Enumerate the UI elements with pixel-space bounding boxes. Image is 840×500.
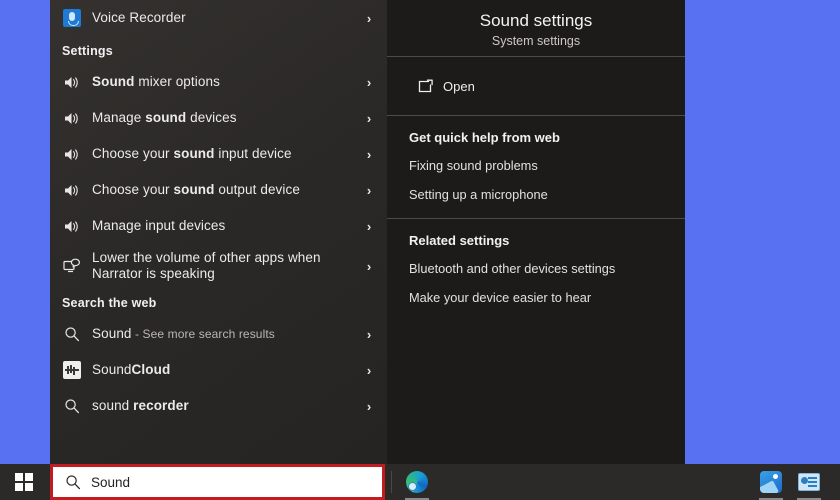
- result-manage-input-devices[interactable]: Manage input devices ›: [50, 208, 387, 244]
- result-label: Manage input devices: [92, 218, 226, 234]
- search-icon: [58, 398, 86, 414]
- open-label: Open: [443, 78, 475, 94]
- result-label: Sound mixer options: [92, 74, 220, 90]
- chevron-right-icon[interactable]: ›: [361, 183, 377, 198]
- chevron-right-icon[interactable]: ›: [361, 259, 377, 274]
- related-link-bluetooth-and-other-devices-settings[interactable]: Bluetooth and other devices settings: [409, 261, 663, 276]
- result-sound-mixer-options[interactable]: Sound mixer options ›: [50, 64, 387, 100]
- narrator-icon: [58, 258, 86, 274]
- voice-recorder-icon: [58, 9, 86, 27]
- result-label: Manage sound devices: [92, 110, 237, 126]
- search-icon: [58, 326, 86, 342]
- detail-title: Sound settings: [479, 11, 593, 30]
- taskbar-tray: [752, 464, 840, 500]
- search-flyout: Voice Recorder › Settings Sound mixer op…: [50, 0, 685, 464]
- start-button[interactable]: [0, 464, 48, 500]
- result-manage-sound-devices[interactable]: Manage sound devices ›: [50, 100, 387, 136]
- chevron-right-icon[interactable]: ›: [361, 147, 377, 162]
- photos-icon: [760, 471, 782, 493]
- result-web-sound[interactable]: Sound - See more search results ›: [50, 316, 387, 352]
- speaker-icon: [58, 75, 86, 90]
- result-choose-sound-output-device[interactable]: Choose your sound output device ›: [50, 172, 387, 208]
- chevron-right-icon[interactable]: ›: [361, 111, 377, 126]
- result-top-voice-recorder[interactable]: Voice Recorder ›: [50, 0, 387, 36]
- related-link-make-your-device-easier-to-hear[interactable]: Make your device easier to hear: [409, 290, 663, 305]
- search-results-pane: Voice Recorder › Settings Sound mixer op…: [50, 0, 387, 464]
- soundcloud-icon: [58, 361, 86, 379]
- edge-icon: [406, 471, 428, 493]
- chevron-right-icon[interactable]: ›: [361, 75, 377, 90]
- detail-subtitle: System settings: [491, 34, 581, 48]
- chevron-right-icon[interactable]: ›: [361, 399, 377, 414]
- result-label: SoundCloud: [92, 362, 171, 378]
- result-label: Sound - See more search results: [92, 326, 275, 342]
- speaker-icon: [58, 219, 86, 234]
- detail-header: Sound settings System settings: [387, 0, 685, 56]
- chevron-right-icon[interactable]: ›: [361, 363, 377, 378]
- result-lower-volume-narrator[interactable]: Lower the volume of other apps when Narr…: [50, 244, 387, 288]
- chevron-right-icon[interactable]: ›: [361, 327, 377, 342]
- taskbar-divider: [391, 471, 392, 493]
- taskbar-search-box[interactable]: Sound: [50, 464, 385, 500]
- open-button[interactable]: Open: [387, 57, 685, 115]
- open-external-icon: [417, 79, 443, 94]
- store-icon: [798, 473, 820, 491]
- search-icon: [65, 474, 87, 490]
- search-input-value[interactable]: Sound: [91, 475, 130, 490]
- search-detail-pane: Sound settings System settings Open Get …: [387, 0, 685, 464]
- speaker-icon: [58, 111, 86, 126]
- speaker-icon: [58, 183, 86, 198]
- result-label: sound recorder: [92, 398, 189, 414]
- result-choose-sound-input-device[interactable]: Choose your sound input device ›: [50, 136, 387, 172]
- result-label: Voice Recorder: [92, 10, 186, 26]
- result-label: Lower the volume of other apps when Narr…: [92, 250, 321, 281]
- related-settings-section: Related settings Bluetooth and other dev…: [387, 219, 685, 321]
- result-web-sound-recorder[interactable]: sound recorder ›: [50, 388, 387, 424]
- section-heading-settings: Settings: [62, 44, 113, 58]
- quick-help-section: Get quick help from web Fixing sound pro…: [387, 116, 685, 218]
- result-label: Choose your sound output device: [92, 182, 300, 198]
- related-settings-heading: Related settings: [409, 233, 510, 248]
- taskbar-photos[interactable]: [752, 464, 790, 500]
- chevron-right-icon[interactable]: ›: [361, 11, 377, 26]
- taskbar-store-app[interactable]: [790, 464, 828, 500]
- section-heading-search-the-web: Search the web: [62, 296, 157, 310]
- result-label: Choose your sound input device: [92, 146, 292, 162]
- taskbar-microsoft-edge[interactable]: [398, 464, 436, 500]
- chevron-right-icon[interactable]: ›: [361, 219, 377, 234]
- quick-help-heading: Get quick help from web: [409, 130, 560, 145]
- speaker-icon: [58, 147, 86, 162]
- result-web-soundcloud[interactable]: SoundCloud ›: [50, 352, 387, 388]
- windows-logo-icon: [15, 473, 33, 491]
- quick-help-link-setting-up-a-microphone[interactable]: Setting up a microphone: [409, 187, 663, 202]
- quick-help-link-fixing-sound-problems[interactable]: Fixing sound problems: [409, 158, 663, 173]
